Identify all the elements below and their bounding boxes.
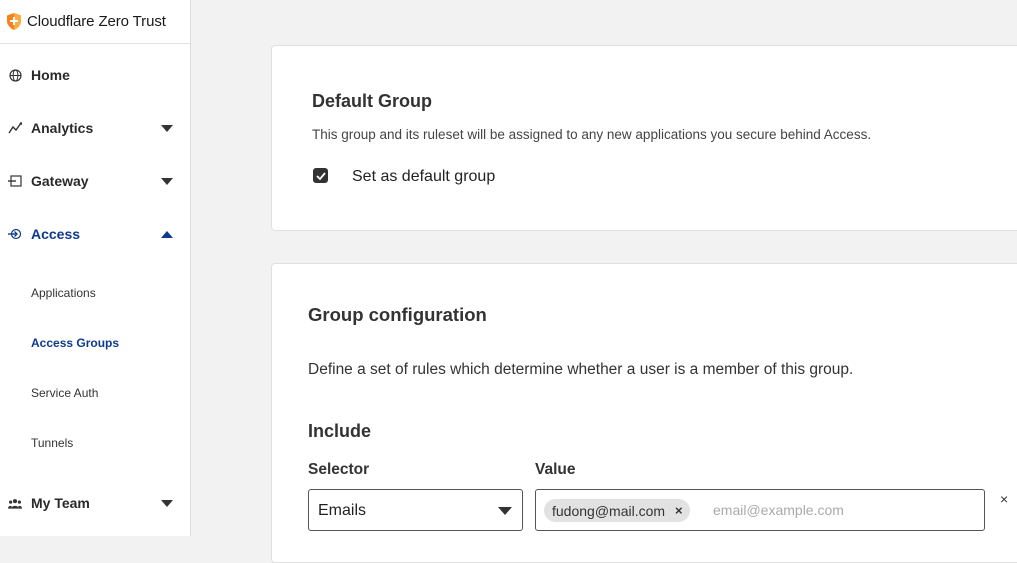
chevron-down-icon[interactable] xyxy=(161,124,173,132)
sidebar-item-home[interactable]: Home xyxy=(0,60,190,90)
default-group-checkbox-label[interactable]: Set as default group xyxy=(352,168,495,186)
chevron-down-icon xyxy=(498,507,512,515)
sidebar-subitem-access-groups[interactable]: Access Groups xyxy=(31,336,119,350)
selector-value: Emails xyxy=(318,502,367,519)
sidebar-item-label: Home xyxy=(31,67,70,83)
sidebar-subitem-service-auth[interactable]: Service Auth xyxy=(31,386,98,400)
sidebar: Cloudflare Zero Trust Home Analytics Gat… xyxy=(0,0,191,536)
default-group-checkbox[interactable] xyxy=(313,168,328,183)
value-label: Value xyxy=(535,461,576,478)
email-tag: fudong@mail.com × xyxy=(544,499,690,522)
access-icon xyxy=(8,227,22,241)
default-group-description: This group and its ruleset will be assig… xyxy=(312,127,872,142)
email-input[interactable] xyxy=(713,502,973,518)
group-configuration-card: Group configuration Define a set of rule… xyxy=(271,263,1017,563)
remove-rule-icon[interactable]: × xyxy=(1000,491,1008,507)
email-tag-label: fudong@mail.com xyxy=(552,502,666,519)
default-group-card: Default Group This group and its ruleset… xyxy=(271,45,1017,231)
sidebar-item-analytics[interactable]: Analytics xyxy=(0,113,190,143)
checkmark-icon xyxy=(315,171,326,180)
tag-remove-icon[interactable]: × xyxy=(675,503,683,518)
globe-icon xyxy=(8,68,22,82)
sidebar-item-label: My Team xyxy=(31,495,90,511)
sidebar-item-label: Access xyxy=(31,226,81,242)
sidebar-item-label: Analytics xyxy=(31,120,94,136)
chevron-down-icon[interactable] xyxy=(161,499,173,507)
sidebar-item-gateway[interactable]: Gateway xyxy=(0,166,190,196)
sidebar-item-access[interactable]: Access xyxy=(0,219,190,249)
gateway-icon xyxy=(8,174,22,188)
cloudflare-shield-logo xyxy=(7,13,21,30)
team-icon xyxy=(8,496,22,510)
selector-dropdown[interactable]: Emails xyxy=(308,489,523,531)
group-configuration-description: Define a set of rules which determine wh… xyxy=(308,361,854,378)
sidebar-item-label: Gateway xyxy=(31,173,89,189)
brand-name: Cloudflare Zero Trust xyxy=(27,13,166,30)
value-tag-input[interactable]: fudong@mail.com × xyxy=(535,489,985,531)
group-configuration-title: Group configuration xyxy=(308,304,487,325)
selector-label: Selector xyxy=(308,461,370,478)
brand-header[interactable]: Cloudflare Zero Trust xyxy=(0,0,190,44)
chevron-down-icon[interactable] xyxy=(161,177,173,185)
sidebar-item-my-team[interactable]: My Team xyxy=(0,488,190,518)
sidebar-subitem-applications[interactable]: Applications xyxy=(31,286,96,300)
default-group-title: Default Group xyxy=(312,91,432,111)
chevron-up-icon[interactable] xyxy=(161,230,173,238)
analytics-icon xyxy=(8,121,22,135)
include-title: Include xyxy=(308,421,372,441)
sidebar-subitem-tunnels[interactable]: Tunnels xyxy=(31,436,73,450)
